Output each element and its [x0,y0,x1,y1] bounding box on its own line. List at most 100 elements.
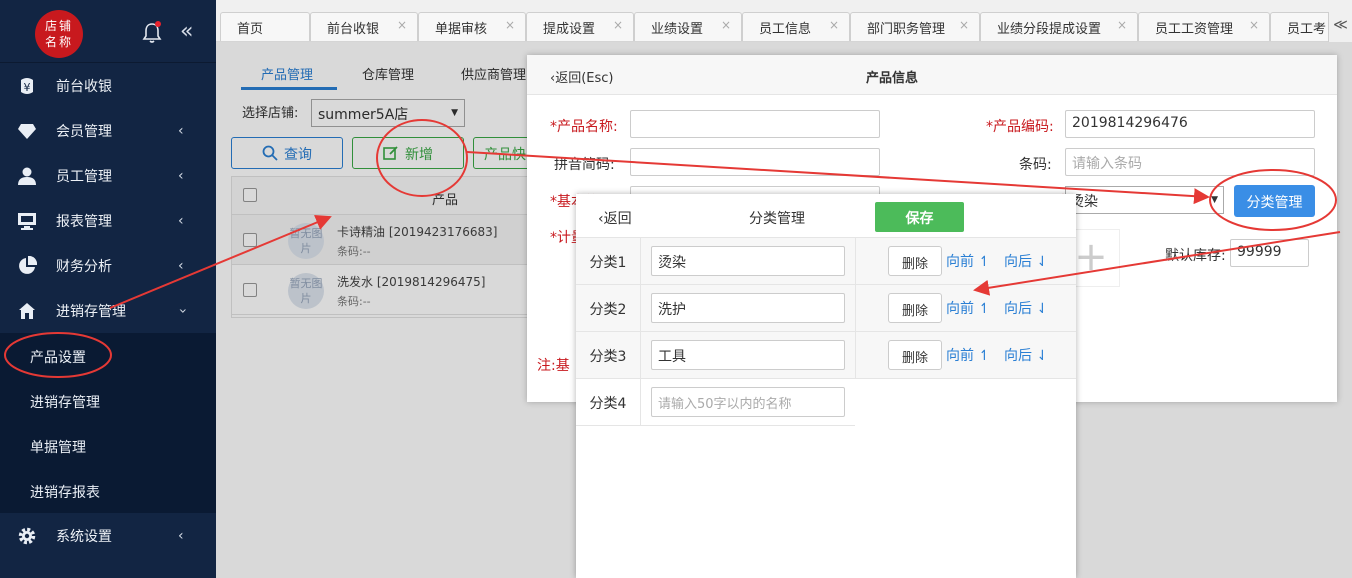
tab-label: 首页 [237,22,264,37]
tab-label: 单据审核 [435,22,488,37]
category-row-label: 分类3 [576,332,641,378]
close-icon[interactable]: × [829,18,839,32]
new-category-input[interactable]: 请输入50字以内的名称 [651,387,845,417]
category-row-label: 分类2 [576,285,641,331]
close-icon[interactable]: × [1117,18,1127,32]
product-name-input[interactable] [630,110,880,138]
menu-item-system-settings[interactable]: 系统设置 ‹ [0,513,216,558]
tab-performance[interactable]: 业绩设置 × [634,12,742,41]
default-stock-input[interactable]: 99999 [1230,239,1309,267]
category-manage-button[interactable]: 分类管理 [1234,185,1315,217]
diamond-icon [17,121,37,141]
delete-button[interactable]: 删除 [888,340,942,370]
close-icon[interactable]: × [397,18,407,32]
category-row-label: 分类4 [576,379,641,425]
move-forward-link[interactable]: 向前 ↿ [946,345,990,365]
pinyin-input[interactable] [630,148,880,176]
menu-label: 员工管理 [56,168,112,185]
tab-home[interactable]: 首页 [220,12,310,41]
yen-icon: ¥ [17,76,37,96]
submenu-inventory-management[interactable]: 进销存管理 [30,392,100,412]
column-divider [855,332,856,378]
home-icon [17,301,37,321]
category-name-input[interactable]: 工具 [651,340,845,370]
move-backward-label: 向后 [1004,254,1032,270]
category-name-input[interactable]: 烫染 [651,246,845,276]
move-forward-label: 向前 [946,301,974,317]
barcode-label: 条码: [1019,157,1052,173]
back-button[interactable]: ‹返回(Esc) [550,67,613,86]
menu-label: 会员管理 [56,123,112,140]
save-button[interactable]: 保存 [875,202,964,232]
chevron-left-icon: ‹ [178,167,184,184]
pinyin-label: 拼音简码: [554,157,615,173]
dialog-title: 分类管理 [749,211,805,227]
category-name-input[interactable]: 洗护 [651,293,845,323]
back-label: 返回(Esc) [555,71,614,86]
barcode-input[interactable]: 请输入条码 [1065,148,1315,176]
menu-item-members[interactable]: 会员管理 ‹ [0,108,216,153]
default-stock-label: 默认库存: [1165,248,1226,264]
close-icon[interactable]: × [613,18,623,32]
menu-label: 前台收银 [56,78,112,95]
tab-label: 提成设置 [543,22,596,37]
new-category-row: 分类4 请输入50字以内的名称 [576,379,855,426]
product-code-input[interactable]: 2019814296476 [1065,110,1315,138]
move-forward-link[interactable]: 向前 ↿ [946,298,990,318]
menu-item-staff[interactable]: 员工管理 ‹ [0,153,216,198]
user-icon [17,166,37,186]
menu-item-finance[interactable]: 财务分析 ‹ [0,243,216,288]
column-divider [855,238,856,284]
chevron-left-icon: ‹ [178,122,184,139]
column-divider [855,285,856,331]
close-icon[interactable]: × [721,18,731,32]
close-icon[interactable]: × [959,18,969,32]
menu-label: 报表管理 [56,213,112,230]
menu-item-reports[interactable]: 报表管理 ‹ [0,198,216,243]
gear-icon [17,526,37,546]
tab-bar: 首页 前台收银 × 单据审核 × 提成设置 × 业绩设置 × 员工信息 × 部门职务管理 ×… [216,0,1352,42]
move-forward-link[interactable]: 向前 ↿ [946,251,990,271]
notification-dot [155,21,161,27]
move-backward-link[interactable]: 向后 ⇃ [1004,298,1048,318]
tab-cashier[interactable]: 前台收银 × [310,12,418,41]
product-name-label: *产品名称: [550,119,618,135]
menu-label: 系统设置 [56,528,112,545]
arrow-up-icon: ↿ [978,254,991,270]
delete-button[interactable]: 删除 [888,293,942,323]
tab-scroll-left-icon[interactable]: ≪ [1328,12,1352,42]
arrow-up-icon: ↿ [978,301,991,317]
submenu-inventory-reports[interactable]: 进销存报表 [30,482,100,502]
menu-label: 进销存管理 [56,303,126,320]
product-dialog-header: ‹返回(Esc) 产品信息 [527,55,1337,95]
svg-text:¥: ¥ [24,81,31,94]
close-icon[interactable]: × [505,18,515,32]
tab-tiered-commission[interactable]: 业绩分段提成设置 × [980,12,1138,41]
delete-button[interactable]: 删除 [888,246,942,276]
chevron-left-icon: ‹ [178,257,184,274]
move-backward-link[interactable]: 向后 ⇃ [1004,251,1048,271]
tab-payroll[interactable]: 员工工资管理 × [1138,12,1270,41]
tab-commission[interactable]: 提成设置 × [526,12,634,41]
menu-item-cashier[interactable]: ¥ 前台收银 [0,63,216,108]
move-backward-link[interactable]: 向后 ⇃ [1004,345,1048,365]
tab-label: 前台收银 [327,22,380,37]
submenu-product-settings[interactable]: 产品设置 [30,347,86,367]
tab-review[interactable]: 单据审核 × [418,12,526,41]
collapse-sidebar-icon[interactable]: « [180,20,193,44]
sidebar: 店铺 名称 « ¥ 前台收银 会员管理 ‹ 员工管理 ‹ 报表管理 ‹ 财务分析… [0,0,216,578]
arrow-down-icon: ⇃ [1036,254,1049,270]
arrow-up-icon: ↿ [978,348,991,364]
tab-label: 业绩分段提成设置 [997,22,1102,37]
tab-label: 业绩设置 [651,22,704,37]
back-button[interactable]: ‹返回 [598,208,632,228]
menu-item-inventory[interactable]: 进销存管理 ‹ [0,288,216,333]
store-logo: 店铺 名称 [35,10,83,58]
tab-department[interactable]: 部门职务管理 × [850,12,980,41]
close-icon[interactable]: × [1249,18,1259,32]
caret-down-icon: ▼ [1211,195,1218,205]
category-select[interactable]: 烫染 ▼ [1065,186,1224,214]
tab-staff-info[interactable]: 员工信息 × [742,12,850,41]
move-backward-label: 向后 [1004,301,1032,317]
submenu-document-management[interactable]: 单据管理 [30,437,86,457]
